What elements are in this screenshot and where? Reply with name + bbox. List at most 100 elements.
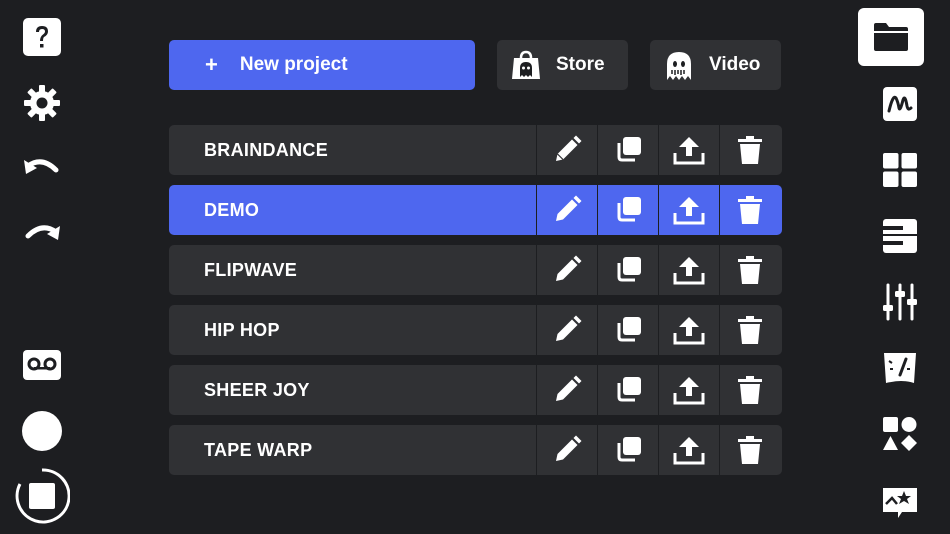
delete-button[interactable] — [719, 425, 780, 475]
pencil-icon — [556, 255, 582, 281]
help-icon — [23, 18, 61, 56]
left-toolbar — [0, 0, 84, 534]
project-name[interactable]: DEMO — [169, 185, 536, 235]
waveform-icon — [883, 87, 917, 121]
tape-button[interactable] — [19, 342, 65, 388]
trash-icon — [738, 196, 762, 224]
duplicate-button[interactable] — [597, 245, 658, 295]
projects-folder-icon — [874, 23, 908, 51]
duplicate-button[interactable] — [597, 365, 658, 415]
delete-button[interactable] — [719, 245, 780, 295]
project-name[interactable]: HIP HOP — [169, 305, 536, 355]
export-upload-icon — [673, 137, 705, 165]
project-name[interactable]: SHEER JOY — [169, 365, 536, 415]
mixer-tab[interactable] — [876, 278, 924, 326]
record-button[interactable] — [19, 408, 65, 454]
shopping-bag-ghost-icon — [511, 50, 541, 80]
delete-button[interactable] — [719, 305, 780, 355]
rename-button[interactable] — [536, 425, 597, 475]
delete-button[interactable] — [719, 185, 780, 235]
export-button[interactable] — [658, 365, 719, 415]
tempo-meter-icon — [884, 353, 916, 383]
duplicate-icon — [617, 197, 641, 222]
duplicate-icon — [617, 377, 641, 402]
export-upload-icon — [673, 437, 705, 465]
pencil-icon — [556, 435, 582, 461]
shapes-tab[interactable] — [876, 410, 924, 458]
undo-button[interactable] — [19, 146, 65, 192]
store-button[interactable]: Store — [497, 40, 628, 90]
video-label: Video — [709, 54, 761, 75]
pencil-icon — [556, 195, 582, 221]
rename-button[interactable] — [536, 365, 597, 415]
redo-icon — [25, 225, 60, 240]
trash-icon — [738, 436, 762, 464]
duplicate-icon — [617, 137, 641, 162]
effects-tab[interactable] — [876, 476, 924, 524]
trash-icon — [738, 136, 762, 164]
project-name[interactable]: BRAINDANCE — [169, 125, 536, 175]
right-toolbar — [858, 0, 950, 534]
duplicate-button[interactable] — [597, 185, 658, 235]
duplicate-icon — [617, 437, 641, 462]
pencil-icon — [556, 375, 582, 401]
pad-grid-icon — [883, 153, 917, 187]
export-button[interactable] — [658, 425, 719, 475]
ghost-icon — [664, 50, 694, 80]
project-row[interactable]: BRAINDANCE — [169, 125, 782, 175]
project-name[interactable]: FLIPWAVE — [169, 245, 536, 295]
duplicate-button[interactable] — [597, 125, 658, 175]
duplicate-icon — [617, 317, 641, 342]
record-button-icon — [22, 411, 62, 451]
pencil-icon — [556, 315, 582, 341]
project-row[interactable]: SHEER JOY — [169, 365, 782, 415]
projects-tab[interactable] — [858, 8, 924, 66]
project-row[interactable]: FLIPWAVE — [169, 245, 782, 295]
shapes-icon — [883, 417, 917, 451]
redo-button[interactable] — [19, 212, 65, 258]
project-name[interactable]: TAPE WARP — [169, 425, 536, 475]
piano-keys-icon — [883, 219, 917, 253]
export-button[interactable] — [658, 245, 719, 295]
duplicate-button[interactable] — [597, 425, 658, 475]
mixer-sliders-icon — [883, 283, 917, 321]
delete-button[interactable] — [719, 125, 780, 175]
export-button[interactable] — [658, 125, 719, 175]
keys-tab[interactable] — [876, 212, 924, 260]
duplicate-button[interactable] — [597, 305, 658, 355]
rename-button[interactable] — [536, 185, 597, 235]
rename-button[interactable] — [536, 305, 597, 355]
video-button[interactable]: Video — [650, 40, 781, 90]
pads-tab[interactable] — [876, 146, 924, 194]
new-project-label: New project — [239, 54, 348, 75]
stop-button-icon — [15, 468, 70, 524]
export-upload-icon — [673, 257, 705, 285]
sample-tab[interactable] — [876, 80, 924, 128]
settings-button[interactable] — [19, 80, 65, 126]
rename-button[interactable] — [536, 245, 597, 295]
trash-icon — [738, 376, 762, 404]
duplicate-icon — [617, 257, 641, 282]
settings-gear-icon — [24, 85, 60, 121]
tempo-tab[interactable] — [876, 344, 924, 392]
new-project-button[interactable]: + New project — [169, 40, 475, 90]
export-upload-icon — [673, 377, 705, 405]
trash-icon — [738, 316, 762, 344]
project-row[interactable]: HIP HOP — [169, 305, 782, 355]
undo-icon — [24, 159, 59, 174]
delete-button[interactable] — [719, 365, 780, 415]
effects-star-icon — [883, 488, 917, 518]
export-button[interactable] — [658, 185, 719, 235]
trash-icon — [738, 256, 762, 284]
help-button[interactable] — [19, 14, 65, 60]
stop-button[interactable] — [14, 466, 70, 526]
cassette-tape-icon — [23, 350, 61, 380]
export-upload-icon — [673, 317, 705, 345]
project-row-selected[interactable]: DEMO — [169, 185, 782, 235]
project-row[interactable]: TAPE WARP — [169, 425, 782, 475]
pencil-icon — [556, 135, 582, 161]
rename-button[interactable] — [536, 125, 597, 175]
export-button[interactable] — [658, 305, 719, 355]
export-upload-icon — [673, 197, 705, 225]
plus-icon: + — [205, 52, 218, 77]
